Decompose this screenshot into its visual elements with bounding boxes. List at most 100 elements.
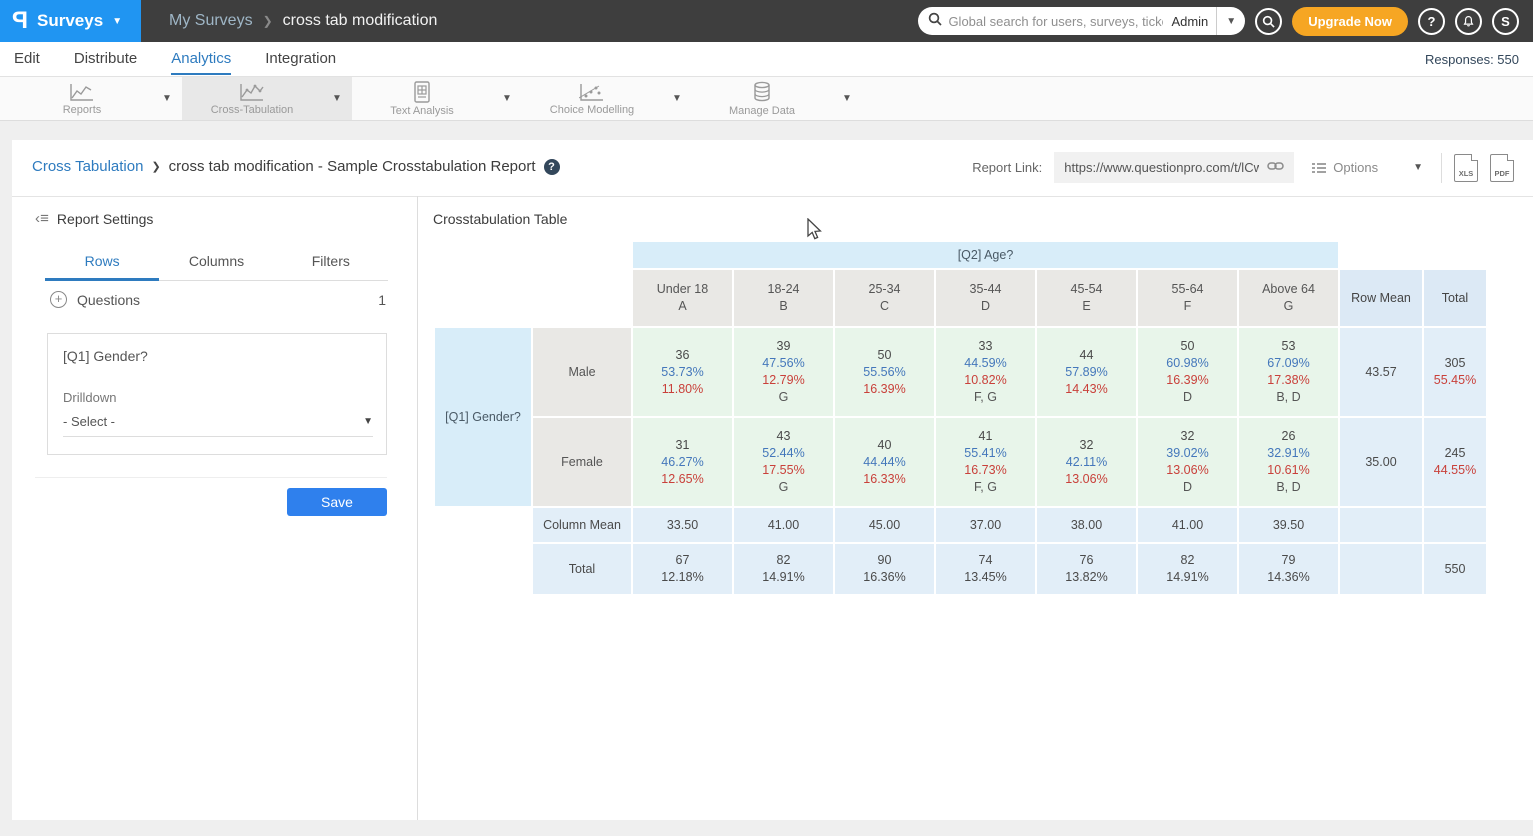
chevron-down-icon: ▼ xyxy=(363,416,373,427)
page-fold xyxy=(1507,154,1514,161)
analytics-toolbar: Reports▼Cross-Tabulation▼Text Analysis▼C… xyxy=(0,77,1533,121)
cell-male-25-34: 5055.56%16.39% xyxy=(835,328,934,416)
cell-female-under-18: 3146.27%12.65% xyxy=(633,418,732,506)
total-45-54: 7613.82% xyxy=(1037,544,1136,594)
question-card: [Q1] Gender? Drilldown - Select - ▼ xyxy=(47,333,387,455)
top-bar: P Surveys ▼ My Surveys ❯ cross tab modif… xyxy=(0,0,1533,42)
breadcrumb-separator-icon: ❯ xyxy=(151,160,160,173)
cell-male-45-54: 4457.89%14.43% xyxy=(1037,328,1136,416)
search-scope-label[interactable]: Admin xyxy=(1163,14,1216,29)
search-submit-button[interactable] xyxy=(1255,8,1282,35)
crosstab-title: Crosstabulation Table xyxy=(433,211,567,227)
total-row-label: Total xyxy=(533,544,631,594)
spacer-cell xyxy=(1340,242,1486,268)
cell-female-35-44: 4155.41%16.73%F, G xyxy=(936,418,1035,506)
spacer-cell xyxy=(435,544,531,594)
export-pdf-button[interactable]: PDF xyxy=(1490,154,1514,182)
total-25-34: 9016.36% xyxy=(835,544,934,594)
tool-group-cross-tabulation: Cross-Tabulation▼ xyxy=(182,77,352,120)
product-name: Surveys xyxy=(37,11,103,31)
report-help-icon[interactable]: ? xyxy=(544,159,560,175)
tool-caret-cross-tabulation[interactable]: ▼ xyxy=(322,77,352,120)
tool-button-cross-tabulation[interactable]: Cross-Tabulation xyxy=(182,77,322,120)
report-link-box[interactable]: https://www.questionpro.com/t/lCw3Zc xyxy=(1054,152,1294,183)
database-icon xyxy=(752,81,772,103)
spacer-cell xyxy=(435,270,631,326)
question-title: [Q1] Gender? xyxy=(63,348,148,364)
tool-group-choice-modelling: Choice Modelling▼ xyxy=(522,77,692,120)
total-col-header: Total xyxy=(1424,270,1486,326)
pdf-icon: PDF xyxy=(1491,169,1513,178)
search-icon xyxy=(928,12,942,31)
drilldown-select[interactable]: - Select - ▼ xyxy=(63,414,373,437)
tool-button-text-analysis[interactable]: Text Analysis xyxy=(352,77,492,120)
notifications-button[interactable] xyxy=(1455,8,1482,35)
nav-item-analytics[interactable]: Analytics xyxy=(171,43,231,75)
questionpro-logo-icon: P xyxy=(12,7,28,35)
tool-label-reports: Reports xyxy=(63,104,102,116)
tool-caret-text-analysis[interactable]: ▼ xyxy=(492,77,522,120)
row-question-header: [Q1] Gender? xyxy=(435,328,531,506)
options-button[interactable]: Options ▼ xyxy=(1306,160,1429,175)
column-mean-rowmean xyxy=(1340,508,1422,542)
total-above-64: 7914.36% xyxy=(1239,544,1338,594)
col-header-55-64: 55-64F xyxy=(1138,270,1237,326)
topbar-actions: Admin ▼ Upgrade Now ? S xyxy=(918,7,1533,36)
export-xls-button[interactable]: XLS xyxy=(1454,154,1478,182)
spacer-cell xyxy=(435,508,531,542)
report-link-label: Report Link: xyxy=(972,160,1042,175)
tool-button-choice-modelling[interactable]: Choice Modelling xyxy=(522,77,662,120)
line-chart-icon xyxy=(69,82,95,102)
breadcrumb-separator-icon: ❯ xyxy=(263,14,273,28)
scatter-chart-icon xyxy=(579,82,605,102)
report-link-url[interactable]: https://www.questionpro.com/t/lCw3Zc xyxy=(1064,160,1259,175)
tool-caret-reports[interactable]: ▼ xyxy=(152,77,182,120)
nav-item-edit[interactable]: Edit xyxy=(14,43,40,75)
crosstab-table-wrap: [Q2] Age?Under 18A18-24B25-34C35-44D45-5… xyxy=(433,240,1488,596)
cell-male-55-64: 5060.98%16.39%D xyxy=(1138,328,1237,416)
options-label: Options xyxy=(1333,160,1378,175)
total-35-44: 7413.45% xyxy=(936,544,1035,594)
tab-columns[interactable]: Columns xyxy=(159,247,273,280)
cross-tabulation-link[interactable]: Cross Tabulation xyxy=(32,158,143,175)
help-button[interactable]: ? xyxy=(1418,8,1445,35)
col-header-35-44: 35-44D xyxy=(936,270,1035,326)
nav-item-integration[interactable]: Integration xyxy=(265,43,336,75)
cell-female-55-64: 3239.02%13.06%D xyxy=(1138,418,1237,506)
cell-male-under-18: 3653.73%11.80% xyxy=(633,328,732,416)
tab-filters[interactable]: Filters xyxy=(274,247,388,280)
breadcrumb-my-surveys[interactable]: My Surveys xyxy=(169,12,253,30)
column-mean-under-18: 33.50 xyxy=(633,508,732,542)
tool-button-reports[interactable]: Reports xyxy=(12,77,152,120)
add-question-icon[interactable]: + xyxy=(50,291,67,308)
column-mean-45-54: 38.00 xyxy=(1037,508,1136,542)
column-mean-18-24: 41.00 xyxy=(734,508,833,542)
product-switcher[interactable]: P Surveys ▼ xyxy=(0,0,141,42)
cell-male-18-24: 3947.56%12.79%G xyxy=(734,328,833,416)
collapse-panel-icon[interactable]: ‹ ≡ xyxy=(35,210,47,227)
total-18-24: 8214.91% xyxy=(734,544,833,594)
column-mean-25-34: 45.00 xyxy=(835,508,934,542)
tool-button-manage-data[interactable]: Manage Data xyxy=(692,77,832,120)
column-mean-total xyxy=(1424,508,1486,542)
tool-caret-choice-modelling[interactable]: ▼ xyxy=(662,77,692,120)
tool-caret-manage-data[interactable]: ▼ xyxy=(832,77,862,120)
cell-male-35-44: 3344.59%10.82%F, G xyxy=(936,328,1035,416)
search-scope-dropdown[interactable]: ▼ xyxy=(1216,7,1245,35)
upgrade-now-button[interactable]: Upgrade Now xyxy=(1292,7,1408,36)
chevron-down-icon: ▼ xyxy=(112,16,122,27)
report-settings-title: Report Settings xyxy=(57,211,154,227)
report-title: cross tab modification - Sample Crosstab… xyxy=(169,158,536,175)
user-avatar[interactable]: S xyxy=(1492,8,1519,35)
link-icon[interactable] xyxy=(1267,159,1284,177)
search-input[interactable] xyxy=(948,14,1163,29)
row-total-male: 30555.45% xyxy=(1424,328,1486,416)
global-search: Admin ▼ xyxy=(918,7,1245,35)
tab-rows[interactable]: Rows xyxy=(45,247,159,281)
divider xyxy=(35,477,387,478)
spacer-cell xyxy=(435,242,631,268)
crosstab-table: [Q2] Age?Under 18A18-24B25-34C35-44D45-5… xyxy=(433,240,1488,596)
nav-item-distribute[interactable]: Distribute xyxy=(74,43,137,75)
report-breadcrumb: Cross Tabulation ❯ cross tab modificatio… xyxy=(32,158,560,175)
save-button[interactable]: Save xyxy=(287,488,387,516)
